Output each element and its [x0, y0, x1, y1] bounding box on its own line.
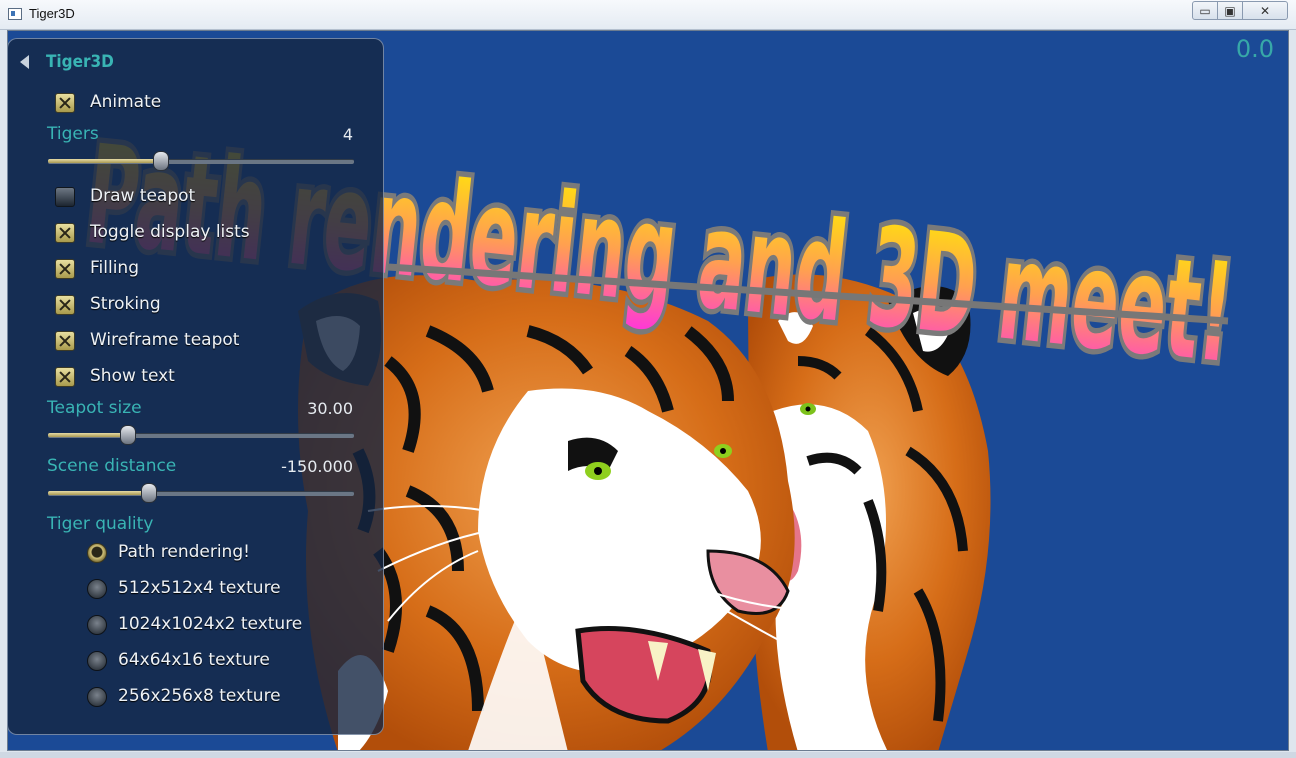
scene-distance-label: Scene distance: [47, 456, 177, 476]
settings-panel: Tiger3D Animate Tigers 4 Draw teapot Tog…: [7, 38, 384, 735]
panel-header[interactable]: Tiger3D: [20, 51, 114, 73]
animate-checkbox[interactable]: [55, 93, 75, 113]
draw-teapot-label: Draw teapot: [90, 186, 196, 206]
window-bottom-border: [0, 752, 1296, 758]
teapot-size-label: Teapot size: [47, 398, 142, 418]
scene-distance-value: -150.000: [281, 457, 353, 476]
tigers-slider[interactable]: [48, 150, 354, 174]
quality-option-label: 512x512x4 texture: [118, 578, 281, 598]
quality-radio-512-texture[interactable]: [87, 579, 107, 599]
scene-distance-slider-thumb[interactable]: [140, 483, 157, 503]
stroking-label: Stroking: [90, 294, 161, 314]
tigers-value: 4: [342, 125, 353, 144]
toggle-display-lists-label: Toggle display lists: [90, 222, 250, 242]
fps-counter: 0.0: [1235, 35, 1274, 63]
title-bar[interactable]: Tiger3D ▭ ▣ ✕: [0, 0, 1296, 30]
animate-label: Animate: [90, 92, 162, 112]
quality-radio-path-rendering[interactable]: [87, 543, 107, 563]
tigers-slider-thumb[interactable]: [153, 151, 170, 171]
quality-radio-64-texture[interactable]: [87, 651, 107, 671]
maximize-button[interactable]: ▣: [1217, 1, 1243, 20]
tigers-label: Tigers: [47, 124, 99, 144]
tigers-slider-fill: [48, 159, 162, 163]
quality-option-label: Path rendering!: [118, 542, 250, 562]
close-icon: ✕: [1259, 3, 1271, 18]
stroking-checkbox[interactable]: [55, 295, 75, 315]
filling-label: Filling: [90, 258, 139, 278]
toggle-display-lists-checkbox[interactable]: [55, 223, 75, 243]
show-text-checkbox[interactable]: [55, 367, 75, 387]
maximize-icon: ▣: [1224, 3, 1236, 18]
window-title: Tiger3D: [29, 6, 75, 21]
app-icon: [8, 8, 22, 20]
teapot-size-slider-thumb[interactable]: [119, 425, 136, 445]
quality-option-label: 256x256x8 texture: [118, 686, 281, 706]
teapot-size-value: 30.00: [307, 399, 353, 418]
wireframe-teapot-checkbox[interactable]: [55, 331, 75, 351]
draw-teapot-checkbox[interactable]: [55, 187, 75, 207]
panel-title: Tiger3D: [46, 52, 114, 72]
tiger-quality-label: Tiger quality: [47, 514, 154, 534]
show-text-label: Show text: [90, 366, 175, 386]
quality-radio-256-texture[interactable]: [87, 687, 107, 707]
quality-radio-1024-texture[interactable]: [87, 615, 107, 635]
quality-option-label: 1024x1024x2 texture: [118, 614, 303, 634]
close-button[interactable]: ✕: [1242, 1, 1288, 20]
minimize-button[interactable]: ▭: [1192, 1, 1218, 20]
scene-distance-slider[interactable]: [48, 482, 354, 506]
quality-option-label: 64x64x16 texture: [118, 650, 270, 670]
filling-checkbox[interactable]: [55, 259, 75, 279]
app-window: Tiger3D ▭ ▣ ✕ Path rendering and 3D meet…: [0, 0, 1296, 758]
wireframe-teapot-label: Wireframe teapot: [90, 330, 240, 350]
teapot-size-slider-fill: [48, 433, 128, 437]
minimize-icon: ▭: [1199, 3, 1211, 18]
teapot-size-slider[interactable]: [48, 424, 354, 448]
collapse-arrow-icon[interactable]: [20, 55, 29, 69]
scene-distance-slider-fill: [48, 491, 149, 495]
